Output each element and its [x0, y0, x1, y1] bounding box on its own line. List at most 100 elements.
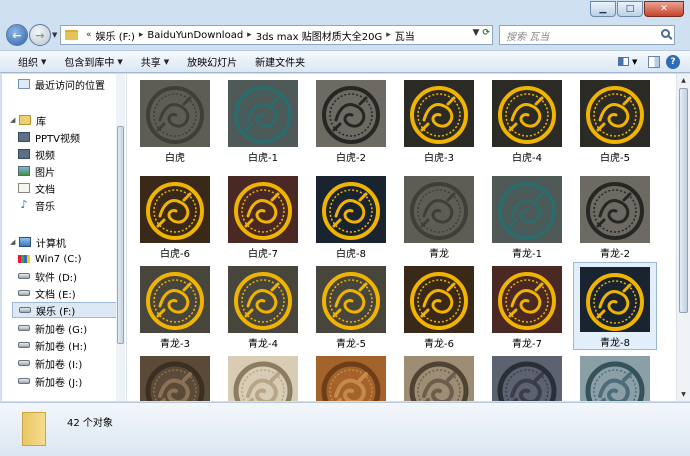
navigation-pane: 最近访问的位置 ◢ 库 PPTV视频 视频 图片 文档 ♪ 音乐 ◢ 计算机 Win7…: [2, 74, 127, 401]
file-item[interactable]: 白虎-6: [133, 172, 217, 260]
chevron-right-icon[interactable]: ▸: [247, 30, 252, 40]
address-dropdown-icon[interactable]: ▼: [473, 28, 480, 38]
scrollbar-thumb[interactable]: [679, 88, 688, 313]
back-button[interactable]: ←: [6, 24, 28, 46]
file-item[interactable]: [573, 352, 657, 401]
file-item[interactable]: 白虎-2: [309, 76, 393, 164]
share-menu[interactable]: 共享 ▼: [132, 51, 178, 72]
nav-item-recent[interactable]: 最近访问的位置: [18, 76, 105, 92]
music-note-icon: ♪: [20, 198, 28, 211]
file-item[interactable]: 白虎: [133, 76, 217, 164]
search-icon[interactable]: [661, 29, 670, 38]
file-name: 青龙-1: [512, 249, 542, 260]
file-item[interactable]: 青龙-5: [309, 262, 393, 350]
nav-item-computer[interactable]: ◢ 计算机: [2, 234, 66, 250]
roof-tile-thumbnail: [580, 356, 650, 401]
nav-item-drive-h[interactable]: 新加卷 (H:): [18, 337, 87, 353]
nav-item-libraries[interactable]: ◢ 库: [2, 112, 46, 128]
breadcrumb-overflow[interactable]: «: [86, 30, 92, 40]
file-name: 青龙-8: [600, 338, 630, 349]
file-item[interactable]: [221, 352, 305, 401]
organize-menu[interactable]: 组织 ▼: [0, 51, 55, 72]
caret-down-icon: ▼: [41, 57, 47, 66]
recent-places-icon: [18, 79, 30, 89]
nav-item-drive-e[interactable]: 文档 (E:): [18, 285, 76, 301]
scroll-up-icon[interactable]: ▲: [677, 74, 690, 87]
file-item[interactable]: 青龙-1: [485, 172, 569, 260]
new-folder-button[interactable]: 新建文件夹: [246, 51, 314, 72]
arrow-left-icon: ←: [12, 28, 22, 42]
nav-item-drive-g[interactable]: 新加卷 (G:): [18, 320, 87, 336]
breadcrumb-3dsmax[interactable]: 3ds max 贴图材质大全20G: [256, 28, 383, 43]
file-item[interactable]: 白虎-5: [573, 76, 657, 164]
preview-pane-icon[interactable]: [648, 55, 660, 68]
collapse-icon[interactable]: ◢: [10, 116, 19, 124]
collapse-icon[interactable]: ◢: [10, 238, 19, 246]
file-item[interactable]: [397, 352, 481, 401]
nav-item-videos[interactable]: 视频: [18, 146, 55, 162]
file-name: 青龙-7: [512, 339, 542, 350]
video-library-icon: [18, 132, 30, 142]
file-item[interactable]: [485, 352, 569, 401]
file-item[interactable]: 青龙-8: [573, 262, 657, 350]
chevron-right-icon[interactable]: ▸: [386, 30, 391, 40]
file-name: 白虎: [165, 153, 185, 164]
file-item[interactable]: 白虎-4: [485, 76, 569, 164]
file-item[interactable]: 白虎-7: [221, 172, 305, 260]
file-item[interactable]: [133, 352, 217, 401]
breadcrumb-drive[interactable]: 娱乐 (F:): [96, 28, 135, 43]
nav-item-music[interactable]: ♪ 音乐: [18, 197, 55, 213]
nav-item-drive-j[interactable]: 新加卷 (J:): [18, 373, 82, 389]
file-name: 青龙: [429, 249, 449, 260]
new-folder-label: 新建文件夹: [255, 58, 306, 69]
recent-pages-dropdown[interactable]: ▼: [52, 31, 57, 39]
file-item[interactable]: 白虎-3: [397, 76, 481, 164]
close-button[interactable]: ✕: [644, 1, 684, 17]
search-input[interactable]: 搜索 瓦当: [499, 25, 675, 45]
nav-item-drive-c[interactable]: Win7 (C:): [18, 251, 81, 267]
file-item[interactable]: 青龙-4: [221, 262, 305, 350]
file-item[interactable]: 白虎-8: [309, 172, 393, 260]
nav-label: 计算机: [36, 238, 66, 250]
file-name: 白虎-6: [160, 249, 190, 260]
change-view-button[interactable]: ▼: [618, 54, 642, 69]
slideshow-button[interactable]: 放映幻灯片: [178, 51, 246, 72]
file-item[interactable]: 青龙-7: [485, 262, 569, 350]
hard-drive-icon: [18, 273, 30, 279]
nav-item-drive-d[interactable]: 软件 (D:): [18, 268, 77, 284]
scroll-down-icon[interactable]: ▼: [677, 388, 690, 401]
nav-item-pictures[interactable]: 图片: [18, 163, 55, 179]
address-bar[interactable]: « 娱乐 (F:) ▸ BaiduYunDownload ▸ 3ds max 贴…: [60, 25, 493, 45]
navigation-scrollbar[interactable]: [116, 74, 125, 401]
nav-item-pptv[interactable]: PPTV视频: [18, 129, 80, 145]
help-icon[interactable]: ?: [666, 54, 680, 69]
caret-down-icon: ▼: [632, 57, 638, 66]
file-item[interactable]: 青龙-3: [133, 262, 217, 350]
nav-item-documents[interactable]: 文档: [18, 180, 55, 196]
scrollbar-thumb[interactable]: [117, 126, 124, 344]
breadcrumb-baiduyun[interactable]: BaiduYunDownload: [147, 30, 243, 41]
minimize-button[interactable]: ▁: [590, 1, 616, 17]
file-item[interactable]: 青龙: [397, 172, 481, 260]
file-item[interactable]: [309, 352, 393, 401]
nav-item-drive-f[interactable]: 娱乐 (F:): [12, 302, 124, 318]
chevron-right-icon[interactable]: ▸: [139, 30, 144, 40]
nav-label: 新加卷 (J:): [35, 377, 83, 389]
file-item[interactable]: 青龙-2: [573, 172, 657, 260]
roof-tile-thumbnail: [492, 356, 562, 401]
pictures-icon: [18, 166, 30, 176]
breadcrumb-current[interactable]: 瓦当: [395, 28, 415, 43]
include-library-menu[interactable]: 包含到库中 ▼: [55, 51, 131, 72]
file-name: 白虎-7: [248, 249, 278, 260]
content-scrollbar[interactable]: ▲ ▼: [676, 74, 690, 401]
maximize-button[interactable]: □: [617, 1, 643, 17]
hard-drive-icon: [19, 307, 31, 313]
nav-item-drive-i[interactable]: 新加卷 (I:): [18, 355, 82, 371]
file-item[interactable]: 白虎-1: [221, 76, 305, 164]
details-pane: 42 个对象: [0, 402, 690, 456]
forward-button[interactable]: →: [29, 24, 51, 46]
refresh-icon[interactable]: ⟳: [482, 28, 490, 38]
file-name: 白虎-2: [336, 153, 366, 164]
file-item[interactable]: 青龙-6: [397, 262, 481, 350]
folder-icon: [22, 412, 46, 446]
